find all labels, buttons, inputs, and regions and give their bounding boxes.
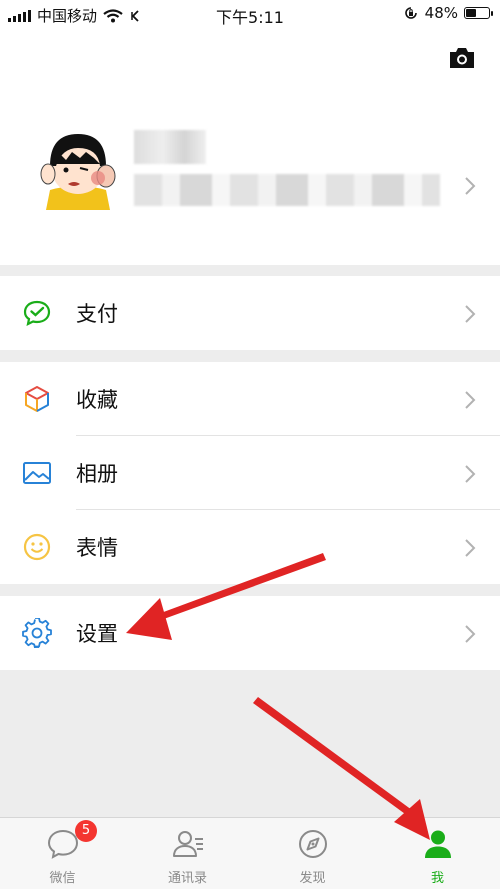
tab-chats[interactable]: 5 微信 bbox=[0, 818, 125, 889]
me-person-icon bbox=[425, 830, 451, 858]
favorites-cube-icon bbox=[25, 386, 49, 412]
tab-label: 通讯录 bbox=[167, 871, 207, 886]
contacts-icon bbox=[173, 831, 203, 857]
chevron-right-icon[interactable] bbox=[464, 176, 476, 196]
smiley-icon bbox=[23, 533, 51, 561]
menu-item-pay[interactable]: 支付 bbox=[0, 276, 500, 350]
chevron-right-icon bbox=[465, 305, 476, 323]
tab-me[interactable]: 我 bbox=[375, 818, 500, 889]
gear-icon bbox=[22, 618, 52, 648]
profile-header[interactable] bbox=[0, 30, 500, 265]
menu-item-label: 相册 bbox=[76, 462, 118, 486]
tab-bar: 5 微信 通讯录 发现 我 bbox=[0, 817, 500, 889]
menu-item-stickers[interactable]: 表情 bbox=[0, 510, 500, 584]
compass-icon bbox=[299, 830, 327, 858]
tab-label: 微信 bbox=[49, 871, 76, 886]
menu-item-favorites[interactable]: 收藏 bbox=[0, 362, 500, 436]
tab-label: 发现 bbox=[299, 871, 326, 886]
tab-label: 我 bbox=[430, 871, 444, 886]
menu-item-label: 表情 bbox=[76, 536, 118, 560]
menu-item-label: 收藏 bbox=[76, 388, 118, 412]
tab-discover[interactable]: 发现 bbox=[250, 818, 375, 889]
menu-item-settings[interactable]: 设置 bbox=[0, 596, 500, 670]
nickname-blurred bbox=[134, 130, 206, 164]
battery-percent: 48% bbox=[424, 4, 458, 22]
tab-contacts[interactable]: 通讯录 bbox=[125, 818, 250, 889]
status-bar: 中国移动 下午5:11 48% bbox=[0, 0, 500, 30]
menu-item-label: 设置 bbox=[76, 622, 118, 646]
album-image-icon bbox=[23, 462, 51, 484]
menu-item-label: 支付 bbox=[76, 302, 118, 326]
orientation-lock-icon bbox=[404, 7, 417, 19]
battery-icon bbox=[464, 7, 493, 19]
unread-badge: 5 bbox=[75, 820, 97, 842]
chevron-right-icon bbox=[465, 465, 476, 483]
menu-item-album[interactable]: 相册 bbox=[0, 436, 500, 510]
camera-icon[interactable] bbox=[448, 46, 476, 70]
wechat-id-blurred bbox=[134, 174, 440, 206]
chevron-right-icon bbox=[465, 391, 476, 409]
menu-group-pay: 支付 bbox=[0, 276, 500, 350]
menu-group-content: 收藏 相册 表情 bbox=[0, 362, 500, 584]
chevron-right-icon bbox=[465, 625, 476, 643]
chevron-right-icon bbox=[465, 539, 476, 557]
wechat-pay-icon bbox=[23, 300, 51, 326]
avatar[interactable] bbox=[36, 126, 120, 210]
menu-group-settings: 设置 bbox=[0, 596, 500, 670]
